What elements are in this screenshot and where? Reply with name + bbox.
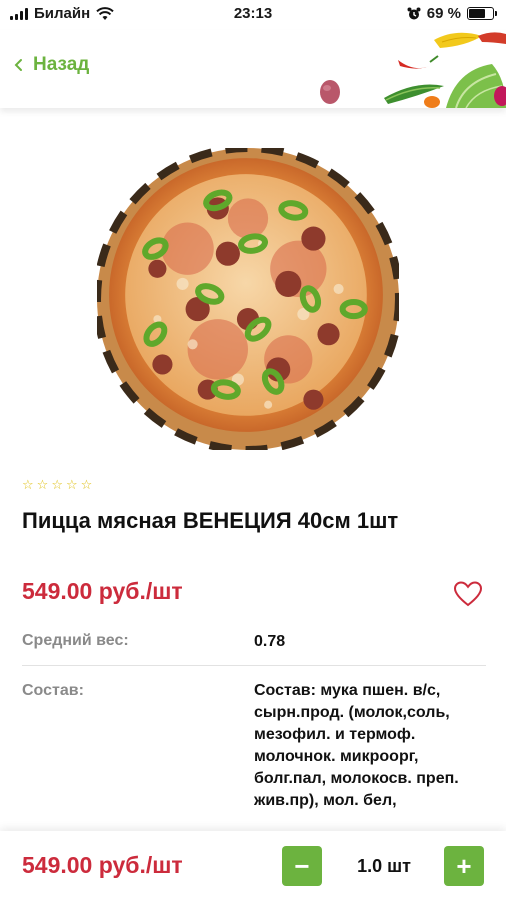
bottom-bar: 549.00 руб./шт − 1.0 шт + <box>0 831 506 900</box>
star-icon[interactable]: ☆ <box>37 477 49 493</box>
vegetables-decoration <box>320 32 506 108</box>
status-bar: Билайн 23:13 69 % <box>0 0 506 30</box>
increase-quantity-button[interactable]: + <box>444 846 484 886</box>
composition-label: Состав: <box>22 682 84 699</box>
star-icon[interactable]: ☆ <box>66 477 78 493</box>
bottom-price: 549.00 руб./шт <box>22 852 183 878</box>
product-title: Пицца мясная ВЕНЕЦИЯ 40см 1шт <box>22 508 399 533</box>
back-label: Назад <box>33 54 90 75</box>
star-icon[interactable]: ☆ <box>81 477 93 493</box>
status-right: 69 % <box>407 5 497 22</box>
rating-stars[interactable]: ☆ ☆ ☆ ☆ ☆ <box>22 477 92 493</box>
alarm-icon <box>407 7 421 19</box>
star-icon[interactable]: ☆ <box>51 477 63 493</box>
battery-percent: 69 % <box>426 5 461 22</box>
battery-icon <box>467 7 497 20</box>
composition-value: Состав: мука пшен. в/с, сырн.прод. (моло… <box>254 682 459 809</box>
divider <box>22 665 486 666</box>
chevron-left-icon <box>14 59 22 71</box>
product-image <box>97 148 399 450</box>
back-button[interactable]: Назад <box>14 54 89 76</box>
weight-value: 0.78 <box>254 633 286 650</box>
decrease-quantity-button[interactable]: − <box>282 846 322 886</box>
weight-label: Средний вес: <box>22 632 129 649</box>
star-icon[interactable]: ☆ <box>22 477 34 493</box>
favorite-heart-icon[interactable] <box>453 580 483 608</box>
quantity-value: 1.0 шт <box>357 856 411 876</box>
header: Назад <box>0 30 506 108</box>
product-price: 549.00 руб./шт <box>22 578 183 604</box>
